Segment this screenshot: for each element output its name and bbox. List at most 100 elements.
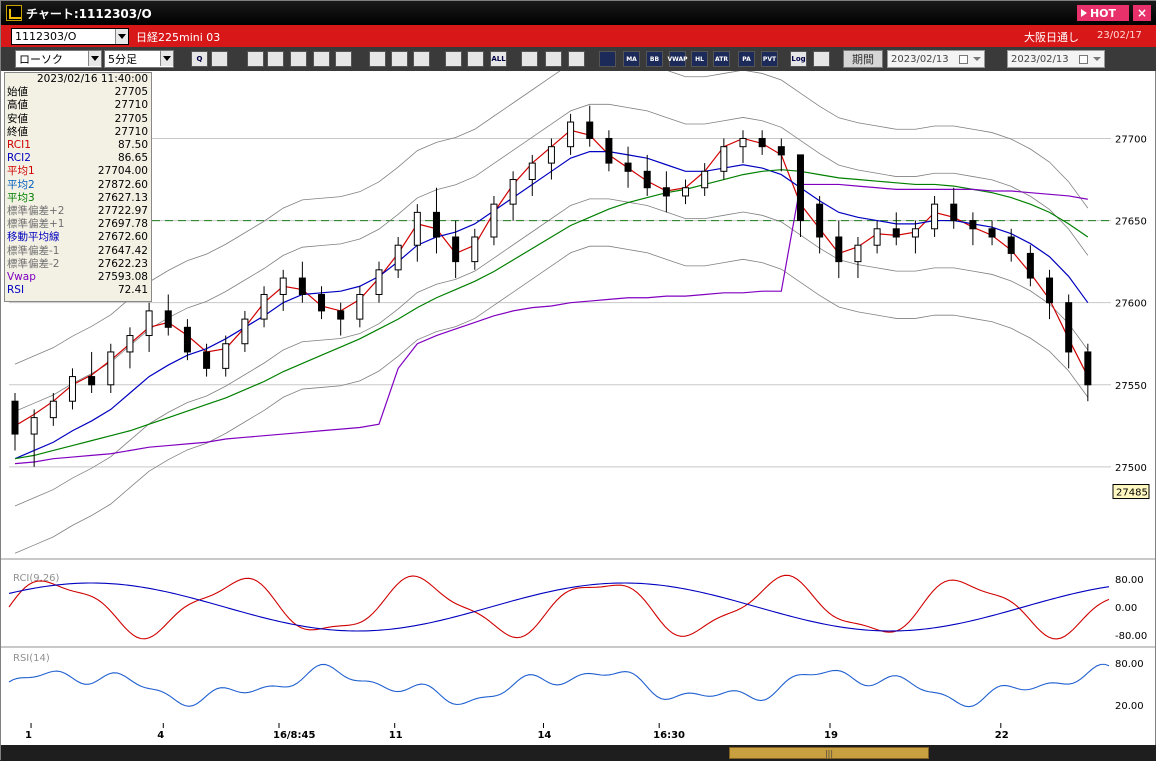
tool-zoom-button[interactable]: Q — [191, 51, 208, 67]
data-row: 高値 27710 — [7, 99, 151, 112]
chevron-down-icon[interactable] — [88, 51, 101, 66]
data-row-value: 27705 — [114, 112, 148, 125]
tool-paint-button[interactable] — [568, 51, 585, 67]
data-row-label: 安値 — [7, 112, 28, 125]
price-tick-label: 27500 — [1115, 463, 1147, 474]
candle-body — [490, 203, 498, 238]
chevron-down-icon[interactable] — [1093, 57, 1101, 61]
data-row-value: 27872.60 — [97, 178, 148, 191]
chevron-down-icon[interactable] — [115, 29, 128, 44]
candle-body — [88, 376, 96, 386]
end-date-value: 2023/02/13 — [1011, 53, 1069, 65]
data-row-value: 27705 — [114, 86, 148, 99]
tool-sell-button[interactable] — [267, 51, 284, 67]
data-row-label: RSI — [7, 284, 25, 297]
data-row: 標準偏差+2 27722.97 — [7, 205, 151, 218]
scroll-thumb[interactable]: ||| — [729, 747, 929, 759]
tool-PVT-button[interactable]: Log — [790, 51, 807, 67]
candle-body — [988, 228, 996, 238]
data-row: 平均1 27704.00 — [7, 165, 151, 178]
candle-body — [854, 244, 862, 263]
data-row: RCI1 87.50 — [7, 139, 151, 152]
chart-area[interactable]: 27500 27550 27600 27650 27700 27485 RCI(9,26) R… — [1, 71, 1155, 745]
tool-tick-button[interactable]: ALL — [490, 51, 507, 67]
tool-MA-button[interactable]: BB — [646, 51, 663, 67]
candle-body — [547, 146, 555, 164]
end-date-field[interactable]: 2023/02/13 — [1007, 50, 1105, 68]
tool-mr-button[interactable] — [290, 51, 307, 67]
chart-type-select[interactable]: ローソク — [15, 50, 102, 68]
candle-body — [337, 310, 345, 320]
data-row-value: 87.50 — [117, 139, 148, 152]
candle-body — [911, 228, 919, 238]
candle-body — [318, 293, 326, 312]
symbol-select[interactable]: 1112303/O — [11, 28, 129, 45]
candle-body — [586, 121, 594, 139]
interval-select[interactable]: 5分足 — [104, 50, 174, 68]
candle-body — [432, 211, 440, 238]
rsi-tick-label: 80.00 — [1115, 659, 1144, 670]
time-scrollbar[interactable] — [1, 745, 1156, 761]
data-row-value: 72.41 — [117, 284, 148, 297]
candle-body — [145, 310, 153, 337]
price-tick-label: 27650 — [1115, 217, 1147, 228]
time-tick-label: 22 — [995, 730, 1009, 741]
interval-value: 5分足 — [108, 53, 137, 66]
candle-body — [624, 162, 632, 172]
candle-body — [950, 203, 958, 222]
data-row-label: 平均3 — [7, 191, 35, 204]
rsi-panel-label: RSI(14) — [13, 653, 50, 664]
tool-settings-button[interactable] — [545, 51, 562, 67]
period-button[interactable]: 期間 — [843, 50, 883, 68]
time-tick-label: 4 — [157, 730, 164, 741]
symbol-value: 1112303/O — [15, 30, 77, 43]
tool-color-button[interactable] — [599, 51, 616, 67]
tool-VWAP-button[interactable]: HL — [691, 51, 708, 67]
tool-buy-button[interactable] — [247, 51, 264, 67]
chart-type-value: ローソク — [19, 53, 63, 66]
current-price-label: 27485 — [1116, 488, 1148, 499]
session-label: 大阪日通し — [1024, 31, 1079, 44]
tool-BB-button[interactable]: VWAP — [667, 51, 688, 67]
tool-rsi-button[interactable] — [313, 51, 330, 67]
tool-pen-button[interactable] — [391, 51, 408, 67]
window-title: チャート:1112303/O — [26, 6, 152, 21]
tool-Log-button[interactable] — [813, 51, 830, 67]
candle-body — [605, 137, 613, 164]
candle-body — [356, 293, 364, 320]
chevron-down-icon[interactable] — [973, 57, 981, 61]
data-row-label: 始値 — [7, 86, 28, 99]
end-date-checkbox[interactable] — [1079, 55, 1088, 64]
tool-label-button[interactable] — [369, 51, 386, 67]
data-row-label: 平均2 — [7, 178, 35, 191]
data-row-label: 高値 — [7, 99, 28, 112]
hot-button[interactable]: HOT — [1077, 5, 1129, 21]
time-axis-background — [1, 723, 1155, 745]
start-date-field[interactable]: 2023/02/13 — [887, 50, 985, 68]
data-row-label: 終値 — [7, 125, 28, 138]
close-button[interactable]: × — [1133, 5, 1151, 21]
tool-ind-button[interactable] — [335, 51, 352, 67]
start-date-checkbox[interactable] — [959, 55, 968, 64]
candle-body — [816, 203, 824, 238]
candle-body — [1007, 236, 1015, 254]
time-tick-label: 1 — [25, 730, 32, 741]
tool-arrow-button[interactable] — [445, 51, 462, 67]
tool-trend-button[interactable]: MA — [623, 51, 640, 67]
chevron-down-icon[interactable] — [160, 51, 173, 66]
tool-ATR-button[interactable]: PA — [738, 51, 755, 67]
candle-body — [1046, 277, 1054, 304]
price-axis-background — [1111, 71, 1155, 745]
tool-all-button[interactable] — [521, 51, 538, 67]
tool-PARA-button[interactable]: PVT — [761, 51, 778, 67]
tool-HL-button[interactable]: ATR — [713, 51, 730, 67]
tool-marker-button[interactable] — [467, 51, 484, 67]
candle-body — [1065, 302, 1073, 353]
candle-body — [835, 236, 843, 263]
candle-body — [739, 137, 747, 148]
time-tick-label: 14 — [537, 730, 551, 741]
tool-pointer-button[interactable] — [413, 51, 430, 67]
tool-grid-button[interactable] — [211, 51, 228, 67]
data-row-value: 27672.60 — [97, 231, 148, 244]
candle-body — [49, 400, 57, 419]
